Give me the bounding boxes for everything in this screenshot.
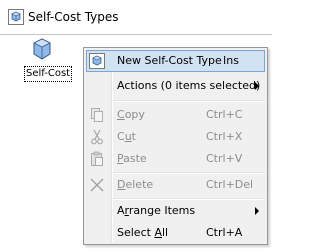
menu-item-shortcut: Ctrl+A [206, 226, 243, 239]
window-title: Self-Cost Types [28, 10, 119, 24]
menu-item-label: Delete [117, 178, 154, 191]
menu-item-shortcut: Ctrl+C [206, 108, 243, 121]
menu-item-cut[interactable]: Cut Ctrl+X [86, 126, 265, 148]
menu-item-label: Paste [117, 152, 147, 165]
menu-item-label: Arrange Items [117, 204, 196, 217]
self-cost-types-window: Self-Cost Types Self-Cost New Self-Cost [0, 0, 272, 252]
context-menu: New Self-Cost Type Ins Actions (0 items … [83, 47, 268, 245]
menu-item-label: New Self-Cost Type [117, 54, 222, 67]
menu-item-shortcut: Ctrl+Del [206, 178, 254, 191]
copy-icon [89, 107, 105, 123]
scissors-icon [89, 129, 105, 145]
menu-item-arrange-items[interactable]: Arrange Items [86, 200, 265, 222]
submenu-arrow-icon [255, 82, 259, 90]
self-cost-type-icon [8, 9, 24, 25]
title-bar: Self-Cost Types [0, 0, 272, 35]
menu-separator [113, 100, 265, 102]
paste-icon [89, 151, 105, 167]
menu-item-copy[interactable]: Copy Ctrl+C [86, 104, 265, 126]
menu-item-label: Cut [117, 130, 136, 143]
canvas-item-label[interactable]: Self-Cost [24, 66, 73, 82]
submenu-arrow-icon [255, 207, 259, 215]
menu-item-actions[interactable]: Actions (0 items selected) [86, 75, 265, 97]
menu-item-label: Select All [117, 226, 169, 239]
menu-item-label: Copy [117, 108, 145, 121]
menu-item-paste[interactable]: Paste Ctrl+V [86, 148, 265, 170]
menu-item-delete[interactable]: Delete Ctrl+Del [86, 174, 265, 196]
self-cost-type-icon [89, 53, 105, 69]
menu-item-shortcut: Ctrl+V [206, 152, 243, 165]
menu-item-new-self-cost-type[interactable]: New Self-Cost Type Ins [86, 50, 265, 72]
menu-item-shortcut: Ctrl+X [206, 130, 243, 143]
menu-item-shortcut: Ins [223, 54, 239, 67]
delete-x-icon [89, 177, 105, 193]
menu-item-select-all[interactable]: Select All Ctrl+A [86, 222, 265, 244]
menu-item-label: Actions (0 items selected) [117, 79, 261, 92]
self-cost-type-icon[interactable] [32, 38, 52, 60]
